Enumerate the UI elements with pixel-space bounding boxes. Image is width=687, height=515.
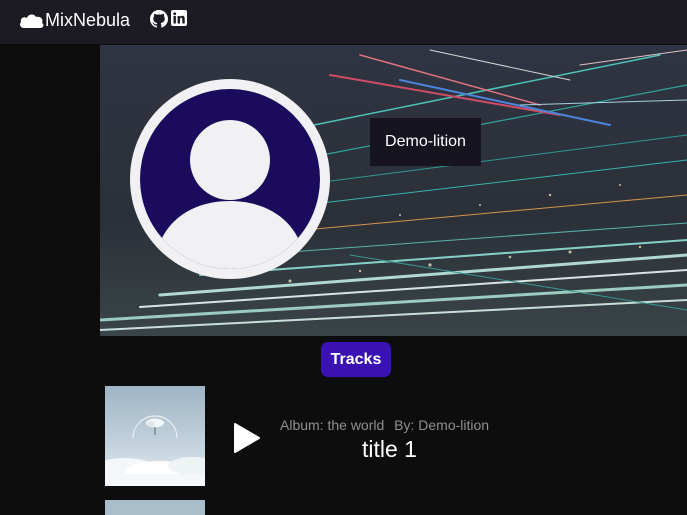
linkedin-icon: [171, 10, 187, 26]
track-row: [105, 500, 687, 515]
brand-link[interactable]: MixNebula: [18, 9, 130, 31]
cloud-icon: [20, 14, 44, 28]
github-icon: [150, 10, 168, 28]
track-artist: By: Demo-lition: [394, 417, 490, 433]
tab-tracks[interactable]: Tracks: [321, 342, 391, 377]
track-row: Album: the world By: Demo-lition title 1: [105, 386, 687, 486]
play-icon[interactable]: [232, 422, 262, 454]
album-cover[interactable]: [105, 386, 205, 486]
track-meta: Album: the world By: Demo-lition: [280, 417, 489, 433]
navbar: MixNebula: [0, 0, 687, 44]
track-title: title 1: [362, 436, 417, 462]
github-link[interactable]: [150, 10, 168, 28]
user-avatar-icon: [140, 89, 320, 269]
artist-avatar[interactable]: [130, 79, 330, 279]
album-cover-image: [105, 386, 205, 486]
linkedin-link[interactable]: [171, 10, 187, 26]
track-album: Album: the world: [280, 417, 385, 433]
album-cover[interactable]: [105, 500, 205, 515]
brand-name: MixNebula: [45, 10, 131, 30]
album-cover-image: [105, 500, 205, 515]
artist-name: Demo-lition: [370, 118, 481, 166]
